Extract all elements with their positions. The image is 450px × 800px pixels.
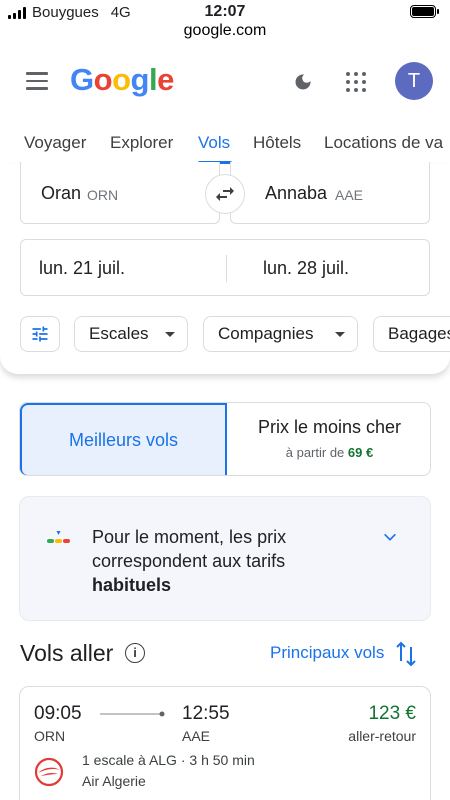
tab-vols[interactable]: Vols [198,133,230,153]
search-panel: Oran ORN Annaba AAE lun. 21 juil. lun. 2… [0,162,450,374]
menu-icon[interactable] [26,72,48,90]
all-filters-button[interactable] [20,316,60,352]
status-bar: Bouygues 4G 12:07 [0,0,450,22]
cheapest-option[interactable]: Prix le moins cher à partir de 69 € [227,403,430,475]
return-date[interactable]: lun. 28 juil. [263,258,349,279]
insight-line-1: Pour le moment, les prix [92,527,287,547]
airlines-filter[interactable]: Compagnies [203,316,358,352]
chevron-down-icon[interactable] [382,529,398,545]
cheapest-prefix: à partir de [285,445,345,460]
origin-city: Oran [41,183,82,203]
sort-link[interactable]: Principaux vols [270,643,384,663]
info-icon[interactable]: i [125,643,145,663]
cheapest-price: 69 € [347,445,374,460]
chevron-down-icon [165,332,175,337]
airlines-filter-label: Compagnies [218,324,314,343]
insight-line-3: habituels [92,575,172,595]
origin-code: ORN [87,187,119,203]
flight-price: 123 € [368,703,416,724]
destination-city: Annaba [265,183,328,203]
apps-grid-icon[interactable] [346,72,366,92]
stops-filter-label: Escales [89,324,149,343]
airline-name: Air Algerie [82,773,146,789]
destination-code: AAE [335,187,364,203]
travel-tabs: Voyager Explorer Vols Hôtels Locations d… [0,128,450,164]
clock: 12:07 [204,3,246,20]
sort-arrows-icon[interactable] [395,641,417,667]
arrive-time: 12:55 [182,703,230,724]
price-level-icon [47,531,70,543]
swap-icon [216,187,234,201]
price-type: aller-retour [348,728,416,744]
battery-icon [410,5,439,18]
origin-field[interactable]: Oran ORN [20,162,220,224]
insight-line-2: correspondent aux tarifs [92,551,286,571]
tab-explorer[interactable]: Explorer [110,133,173,153]
destination-field[interactable]: Annaba AAE [230,162,430,224]
depart-time: 09:05 [34,703,82,724]
url-bar[interactable]: google.com [0,22,450,40]
bags-filter-label: Bagages [388,324,450,343]
app-header: Google T [0,52,450,112]
cheapest-label: Prix le moins cher [257,417,402,437]
avatar[interactable]: T [395,62,433,100]
tab-locations[interactable]: Locations de va [324,133,443,153]
stops-info: 1 escale à ALG · 3 h 50 min [82,752,255,768]
tab-hotels[interactable]: Hôtels [253,133,301,153]
date-divider [226,255,227,282]
date-field[interactable]: lun. 21 juil. lun. 28 juil. [20,239,430,296]
tune-icon [32,326,48,342]
stops-filter[interactable]: Escales [74,316,188,352]
depart-date[interactable]: lun. 21 juil. [39,258,125,279]
bags-filter[interactable]: Bagages [373,316,450,352]
best-flights-option[interactable]: Meilleurs vols [20,403,227,475]
arrive-airport: AAE [182,728,211,744]
chevron-down-icon [335,332,345,337]
depart-airport: ORN [34,728,66,744]
google-logo[interactable]: Google [70,62,174,98]
sort-toggle: Meilleurs vols Prix le moins cher à part… [19,402,431,476]
dark-mode-icon[interactable] [293,72,313,92]
air-algerie-logo [34,757,64,787]
section-title: Vols aller [20,640,114,666]
swap-button[interactable] [205,174,245,214]
route-line-icon [100,711,165,717]
tab-voyager[interactable]: Voyager [24,133,86,153]
price-insight-card[interactable]: Pour le moment, les prix correspondent a… [19,496,431,621]
cheapest-subtext: à partir de 69 € [227,445,430,460]
price-insight-text: Pour le moment, les prix correspondent a… [92,525,362,597]
flight-result[interactable]: 09:05 ORN 12:55 AAE 123 € aller-retour 1… [19,686,431,800]
